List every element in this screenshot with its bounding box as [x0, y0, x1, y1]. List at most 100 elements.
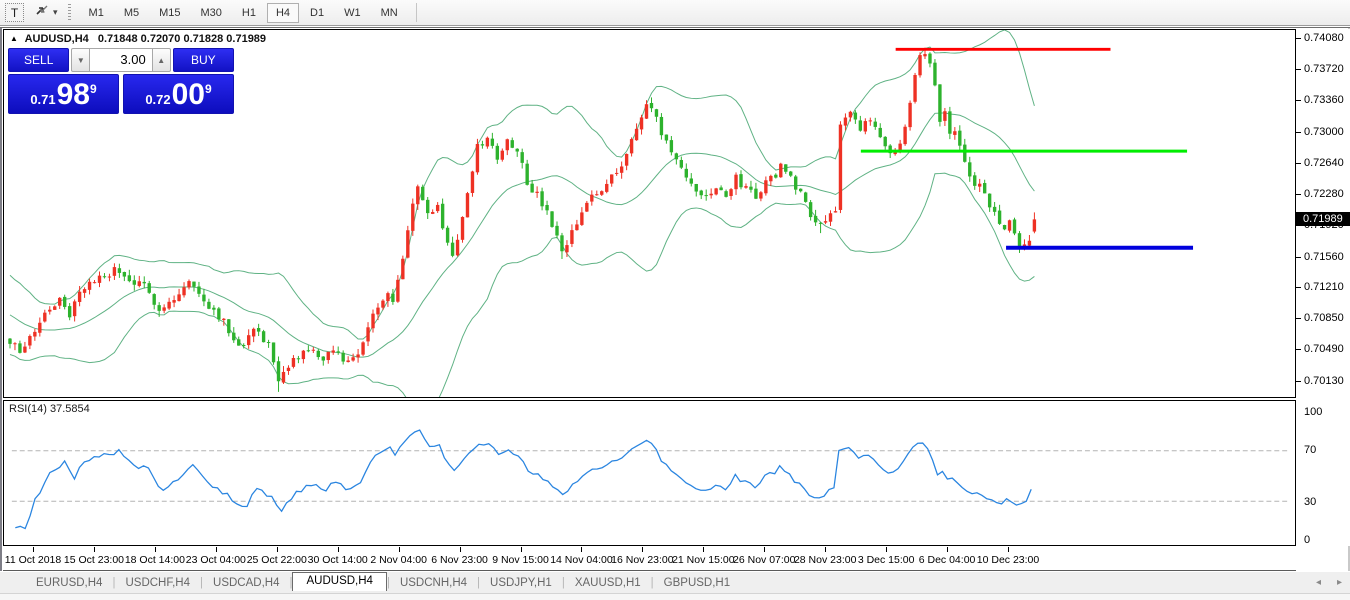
- text-label-tool-icon[interactable]: T: [5, 3, 24, 22]
- window-top-border: [0, 27, 1350, 28]
- date-axis-tick: [399, 547, 400, 552]
- sell-price-prefix: 0.71: [30, 92, 55, 107]
- price-axis: 0.740800.737200.733600.730000.726400.722…: [1296, 29, 1350, 546]
- price-axis-tick: [1296, 257, 1301, 258]
- timeframe-button-m1[interactable]: M1: [80, 3, 113, 23]
- price-axis-tick: [1296, 318, 1301, 319]
- timeframe-button-m15[interactable]: M15: [150, 3, 189, 23]
- date-axis-tick: [581, 547, 582, 552]
- buy-price-display[interactable]: 0.72 00 9: [123, 74, 234, 114]
- timeframe-button-d1[interactable]: D1: [301, 3, 333, 23]
- date-axis-tick: [764, 547, 765, 552]
- chart-ohlc-header: ▲ AUDUSD,H4 0.71848 0.72070 0.71828 0.71…: [10, 33, 266, 45]
- tab-scroll-left-icon[interactable]: ◂: [1308, 577, 1329, 588]
- price-axis-label: 0.71560: [1304, 251, 1344, 263]
- date-axis-label: 21 Nov 15:00: [672, 554, 734, 566]
- chart-tab-usdcad-h4[interactable]: USDCAD,H4: [203, 575, 289, 591]
- timeframe-button-mn[interactable]: MN: [372, 3, 407, 23]
- buy-price-prefix: 0.72: [145, 92, 170, 107]
- rsi-axis-label: 100: [1304, 406, 1322, 418]
- volume-decrease-button[interactable]: ▼: [71, 48, 90, 72]
- price-axis-tick: [1296, 132, 1301, 133]
- price-axis-tick: [1296, 38, 1301, 39]
- price-axis-tick: [1296, 194, 1301, 195]
- date-axis-label: 25 Oct 22:00: [247, 554, 307, 566]
- price-axis-tick: [1296, 349, 1301, 350]
- date-axis-label: 2 Nov 04:00: [370, 554, 427, 566]
- collapse-trade-panel-icon[interactable]: ▲: [10, 34, 18, 43]
- date-axis-label: 14 Nov 04:00: [550, 554, 612, 566]
- rsi-axis-label: 0: [1304, 534, 1310, 546]
- date-axis-tick: [33, 547, 34, 552]
- date-axis-label: 10 Dec 23:00: [977, 554, 1039, 566]
- date-axis-tick: [338, 547, 339, 552]
- status-bar: [0, 593, 1350, 600]
- price-axis-label: 0.73000: [1304, 126, 1344, 138]
- date-axis-label: 6 Nov 23:00: [431, 554, 488, 566]
- date-axis-label: 23 Oct 04:00: [186, 554, 246, 566]
- volume-input[interactable]: 3.00: [90, 48, 151, 72]
- price-axis-label: 0.70850: [1304, 312, 1344, 324]
- timeframe-button-m30[interactable]: M30: [192, 3, 231, 23]
- buy-button[interactable]: BUY: [173, 48, 234, 72]
- chart-tab-usdjpy-h1[interactable]: USDJPY,H1: [480, 575, 562, 591]
- date-axis-label: 6 Dec 04:00: [919, 554, 976, 566]
- date-axis-label: 15 Oct 23:00: [64, 554, 124, 566]
- chart-tab-audusd-h4[interactable]: AUDUSD,H4: [292, 572, 386, 591]
- price-axis-tick: [1296, 69, 1301, 70]
- current-price-tag: 0.71989: [1296, 212, 1350, 226]
- date-axis-tick: [216, 547, 217, 552]
- date-axis-label: 28 Nov 23:00: [794, 554, 856, 566]
- price-axis-tick: [1296, 381, 1301, 382]
- rsi-axis-label: 30: [1304, 496, 1316, 508]
- date-axis-tick: [947, 547, 948, 552]
- one-click-trading-panel: SELL ▼ 3.00 ▲ BUY 0.71 98 9 0.72 00 9: [8, 48, 234, 114]
- date-axis-label: 26 Nov 07:00: [733, 554, 795, 566]
- price-axis-label: 0.73360: [1304, 94, 1344, 106]
- volume-increase-button[interactable]: ▲: [152, 48, 171, 72]
- chart-tab-eurusd-h4[interactable]: EURUSD,H4: [26, 575, 112, 591]
- date-axis-tick: [460, 547, 461, 552]
- toolbar-grip: [68, 4, 71, 22]
- date-axis-label: 11 Oct 2018: [5, 554, 61, 566]
- cursor-arrows-icon: [34, 3, 50, 22]
- date-axis-tick: [703, 547, 704, 552]
- cursor-tool-button[interactable]: ▾: [34, 3, 58, 22]
- price-axis-label: 0.73720: [1304, 63, 1344, 75]
- date-axis-tick: [155, 547, 156, 552]
- price-axis-tick: [1296, 287, 1301, 288]
- date-axis-label: 9 Nov 15:00: [492, 554, 549, 566]
- tab-scroll-right-icon[interactable]: ▸: [1329, 577, 1350, 588]
- timeframe-button-h1[interactable]: H1: [233, 3, 265, 23]
- buy-price-big: 00: [172, 80, 205, 110]
- timeframe-button-m5[interactable]: M5: [115, 3, 148, 23]
- date-axis-label: 18 Oct 14:00: [125, 554, 185, 566]
- price-axis-label: 0.70130: [1304, 375, 1344, 387]
- chart-tab-xauusd-h1[interactable]: XAUUSD,H1: [565, 575, 651, 591]
- price-axis-tick: [1296, 100, 1301, 101]
- rsi-chart[interactable]: [3, 400, 1296, 546]
- price-axis-tick: [1296, 163, 1301, 164]
- date-axis-tick: [825, 547, 826, 552]
- top-toolbar: T ▾ M1M5M15M30H1H4D1W1MN: [0, 0, 1350, 26]
- date-axis-tick: [886, 547, 887, 552]
- rsi-line: [15, 430, 1031, 529]
- date-axis-tick: [277, 547, 278, 552]
- chart-tab-usdcnh-h4[interactable]: USDCNH,H4: [390, 575, 477, 591]
- chart-tab-usdchf-h4[interactable]: USDCHF,H4: [115, 575, 200, 591]
- toolbar-separator: [416, 3, 417, 22]
- date-axis-tick: [94, 547, 95, 552]
- sell-button[interactable]: SELL: [8, 48, 69, 72]
- symbol-label: AUDUSD,H4: [25, 33, 89, 45]
- date-axis-label: 16 Nov 23:00: [611, 554, 673, 566]
- timeframe-button-w1[interactable]: W1: [335, 3, 370, 23]
- chart-tab-gbpusd-h1[interactable]: GBPUSD,H1: [654, 575, 740, 591]
- price-axis-label: 0.72280: [1304, 188, 1344, 200]
- sell-price-display[interactable]: 0.71 98 9: [8, 74, 119, 114]
- ohlc-values: 0.71848 0.72070 0.71828 0.71989: [98, 33, 266, 45]
- chart-tab-bar: EURUSD,H4|USDCHF,H4|USDCAD,H4|AUDUSD,H4|…: [0, 572, 1350, 593]
- date-axis-label: 3 Dec 15:00: [858, 554, 915, 566]
- timeframe-button-h4[interactable]: H4: [267, 3, 299, 23]
- timeframe-buttons: M1M5M15M30H1H4D1W1MN: [79, 3, 408, 23]
- date-axis-label: 30 Oct 14:00: [308, 554, 368, 566]
